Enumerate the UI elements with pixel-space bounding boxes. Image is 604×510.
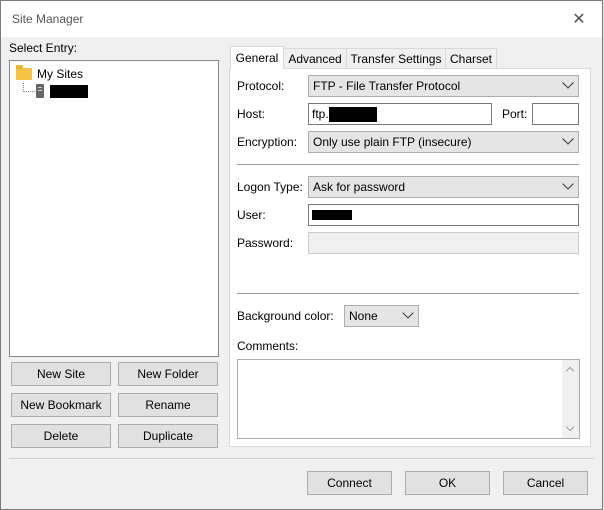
separator — [237, 164, 579, 165]
chevron-down-icon — [402, 307, 414, 319]
folder-icon — [16, 65, 32, 80]
new-folder-button[interactable]: New Folder — [118, 362, 218, 386]
chevron-down-icon — [562, 133, 574, 145]
site-manager-window: Site Manager ✕ Select Entry: My Sites Ne… — [0, 0, 603, 510]
tab-charset[interactable]: Charset — [445, 48, 497, 69]
tab-advanced[interactable]: Advanced — [283, 48, 347, 69]
user-input[interactable] — [308, 204, 579, 226]
background-color-label: Background color: — [237, 309, 334, 323]
password-input[interactable] — [308, 232, 579, 254]
scroll-down-icon[interactable] — [565, 422, 575, 432]
tree-item-my-sites[interactable]: My Sites — [16, 65, 83, 83]
comments-scrollbar[interactable] — [562, 360, 579, 438]
tab-transfer-settings[interactable]: Transfer Settings — [346, 48, 446, 69]
duplicate-button[interactable]: Duplicate — [118, 424, 218, 448]
encryption-select[interactable]: Only use plain FTP (insecure) — [308, 131, 579, 153]
cancel-button[interactable]: Cancel — [503, 471, 588, 495]
chevron-down-icon — [562, 178, 574, 190]
ok-button[interactable]: OK — [405, 471, 490, 495]
tab-general[interactable]: General — [230, 46, 284, 69]
host-input[interactable]: ftp. — [308, 103, 492, 125]
user-label: User: — [237, 208, 266, 222]
new-site-button[interactable]: New Site — [11, 362, 111, 386]
port-label: Port: — [502, 107, 528, 121]
logon-type-label: Logon Type: — [237, 180, 303, 194]
comments-textarea[interactable] — [237, 359, 580, 439]
title-bar: Site Manager ✕ — [1, 1, 602, 37]
port-input[interactable] — [532, 103, 579, 125]
tree-connector — [23, 83, 37, 92]
redacted-host — [328, 106, 377, 122]
redacted-user — [312, 210, 352, 220]
logon-type-value: Ask for password — [313, 180, 406, 194]
background-color-select[interactable]: None — [344, 305, 419, 327]
scroll-up-icon[interactable] — [565, 366, 575, 376]
protocol-label: Protocol: — [237, 79, 285, 93]
site-tree[interactable]: My Sites — [9, 60, 219, 357]
close-icon[interactable]: ✕ — [556, 1, 602, 37]
encryption-value: Only use plain FTP (insecure) — [313, 135, 472, 149]
new-bookmark-button[interactable]: New Bookmark — [11, 393, 111, 417]
delete-button[interactable]: Delete — [11, 424, 111, 448]
comments-label: Comments: — [237, 339, 299, 353]
rename-button[interactable]: Rename — [118, 393, 218, 417]
encryption-label: Encryption: — [237, 135, 298, 149]
tree-item-site[interactable] — [36, 82, 88, 100]
protocol-value: FTP - File Transfer Protocol — [313, 79, 461, 93]
chevron-down-icon — [562, 77, 574, 89]
window-title: Site Manager — [12, 12, 84, 26]
host-label: Host: — [237, 107, 266, 121]
host-value: ftp. — [312, 107, 329, 121]
password-label: Password: — [237, 236, 294, 250]
select-entry-label: Select Entry: — [9, 41, 78, 55]
footer-separator — [9, 458, 594, 459]
protocol-select[interactable]: FTP - File Transfer Protocol — [308, 75, 579, 97]
background-color-value: None — [349, 309, 378, 323]
logon-type-select[interactable]: Ask for password — [308, 176, 579, 198]
tree-item-label: My Sites — [37, 67, 84, 81]
separator — [237, 293, 579, 294]
server-icon — [36, 84, 44, 98]
connect-button[interactable]: Connect — [307, 471, 392, 495]
redacted-site-name — [50, 84, 88, 98]
